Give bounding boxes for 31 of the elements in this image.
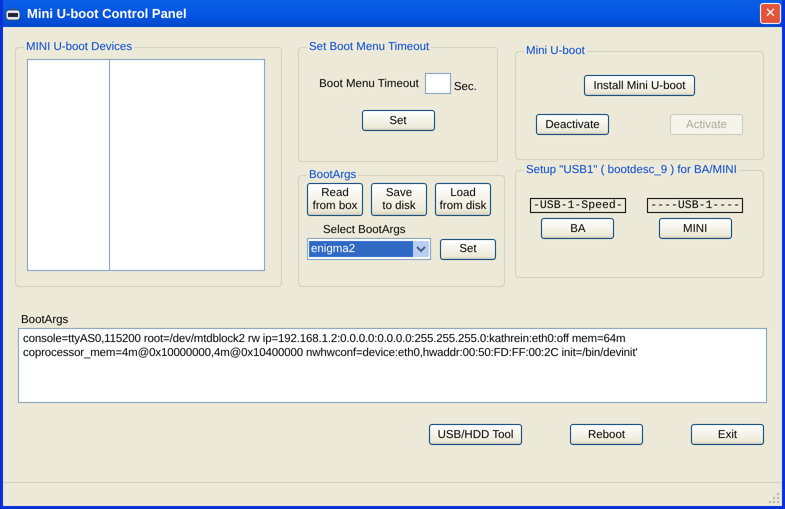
set-button[interactable]: Set — [362, 110, 434, 131]
group-title: Mini U-boot — [525, 45, 586, 57]
set-button[interactable]: Set — [440, 238, 496, 260]
select-label: Select BootArgs — [323, 224, 406, 236]
bootargs-text-area[interactable]: console=ttyAS0,115200 root=/dev/mtdblock2 rw ip=192.168.1.2:0.0.0.0:0.0.0.0:255.255.255.0:kathrein:eth0:off mem=64m coprocessor_mem=4m@0x10000000,4m@0x10400000 nwhwconf=device:eth0,hwaddr:00:50:FD:FF:00:2C init=/bin/devinit' — [18, 328, 767, 403]
group-title: Setup "USB1" ( bootdesc_9 ) for BA/MINI — [525, 164, 738, 176]
footer-button[interactable]: Exit — [691, 424, 764, 445]
unit-label: Sec. — [454, 80, 477, 92]
action-button[interactable]: Read from box — [307, 183, 363, 216]
footer-button[interactable]: Reboot — [570, 424, 643, 445]
group-title: Set Boot Menu Timeout — [308, 41, 430, 53]
footer-button[interactable]: USB/HDD Tool — [429, 424, 522, 445]
device-list[interactable] — [27, 59, 265, 271]
bootargs-dropdown[interactable]: enigma2 — [307, 238, 431, 260]
close-button[interactable]: ✕ — [760, 3, 781, 24]
mode-button[interactable]: BA — [541, 218, 614, 239]
mode-button[interactable]: MINI — [658, 218, 732, 239]
install-button[interactable]: Install Mini U-boot — [584, 75, 695, 96]
group-title: MINI U-boot Devices — [25, 41, 134, 53]
usb-status-label: -USB-1-Speed- — [530, 198, 626, 213]
bootargs-label: BootArgs — [21, 314, 70, 326]
window-title: Mini U-boot Control Panel — [27, 6, 188, 21]
resize-grip-icon[interactable] — [768, 492, 780, 504]
group-title: BootArgs — [308, 169, 358, 181]
usb-status-label: ----USB-1---- — [647, 198, 743, 213]
action-button[interactable]: Save to disk — [371, 183, 427, 216]
action-button[interactable]: Load from disk — [435, 183, 491, 216]
action-button[interactable]: Deactivate — [536, 114, 609, 135]
tv-icon — [5, 6, 21, 20]
timeout-field[interactable] — [424, 73, 451, 94]
timeout-label: Boot Menu Timeout — [319, 78, 419, 90]
